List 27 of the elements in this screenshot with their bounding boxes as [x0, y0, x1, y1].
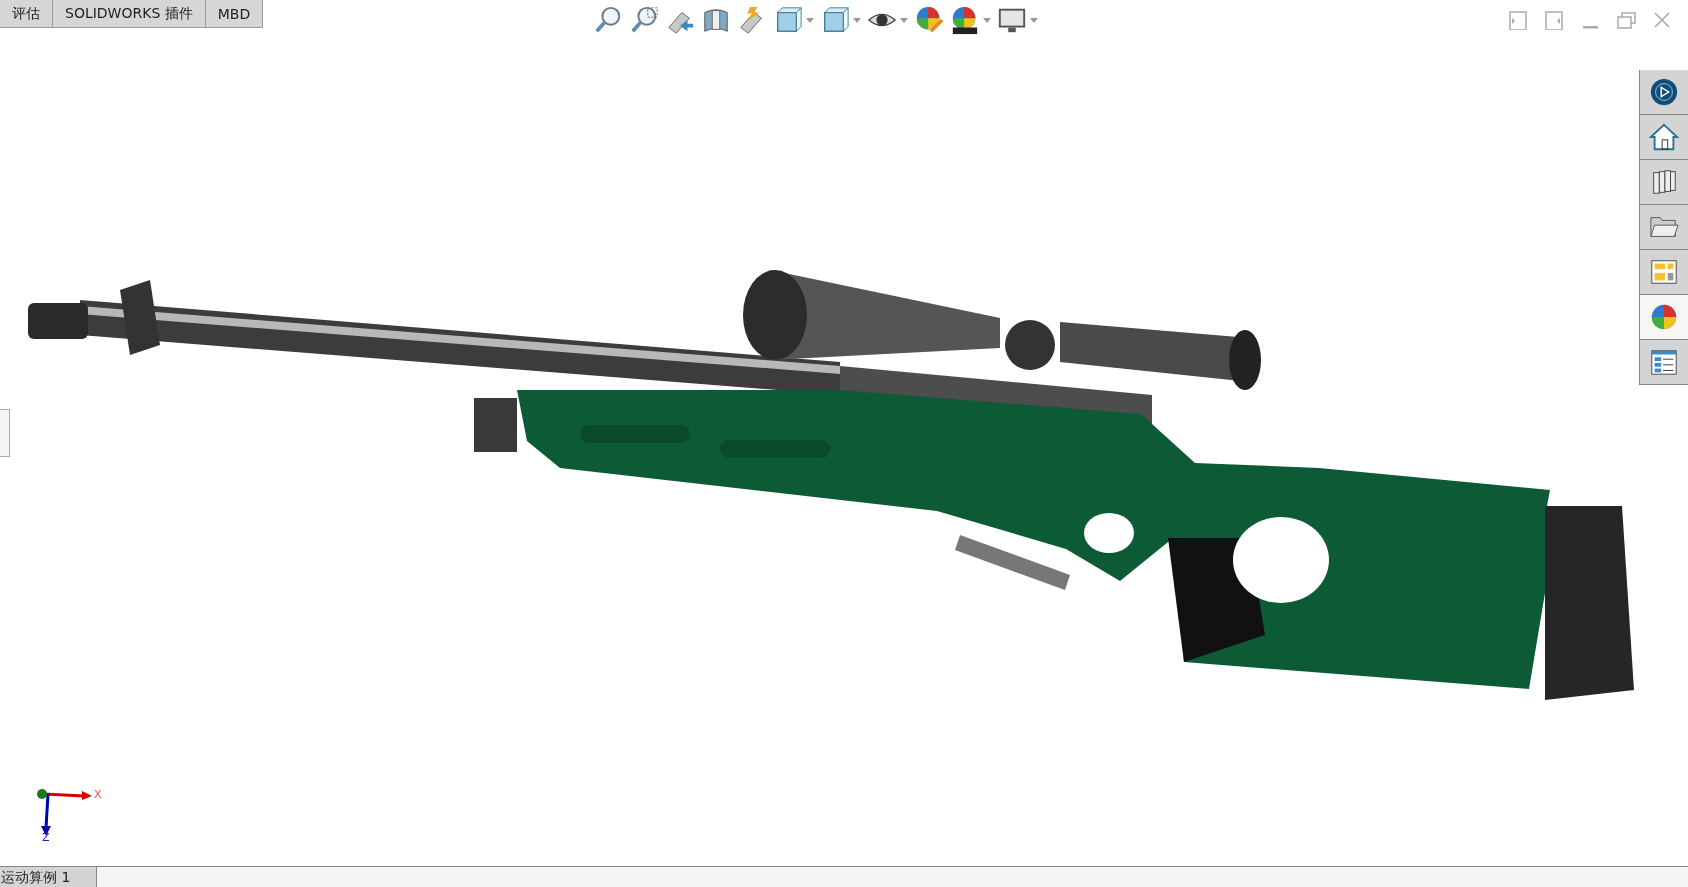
caret-icon[interactable] [853, 17, 862, 23]
play-disc-icon [1649, 77, 1679, 107]
caret-icon[interactable] [806, 17, 815, 23]
close-icon[interactable] [1652, 10, 1672, 30]
command-tab[interactable]: MBD [204, 0, 264, 28]
home-icon [1649, 122, 1679, 152]
community-tab[interactable] [1640, 70, 1688, 115]
properties-tab[interactable] [1640, 340, 1688, 385]
appearance-tab[interactable] [1640, 295, 1688, 340]
z-axis-label: Z [42, 832, 50, 843]
caret-icon[interactable] [1030, 17, 1039, 23]
zoom-area-icon[interactable] [629, 5, 660, 35]
palette-icon [1649, 257, 1679, 287]
home-tab[interactable] [1640, 115, 1688, 160]
panel-handle[interactable] [0, 409, 10, 457]
motion-study-tab[interactable]: 运动算例 1 [0, 867, 97, 887]
command-tab[interactable]: 评估 [0, 0, 53, 28]
caret-icon[interactable] [900, 17, 909, 23]
folder-tab[interactable] [1640, 205, 1688, 250]
command-tab[interactable]: SOLIDWORKS 插件 [52, 0, 206, 28]
appearance-icon[interactable] [914, 5, 945, 35]
list-icon [1649, 347, 1679, 377]
x-axis-label: X [94, 788, 102, 801]
library-tab[interactable] [1640, 160, 1688, 205]
caret-icon[interactable] [983, 17, 992, 23]
appearance-ball-icon [1649, 302, 1679, 332]
palette-tab[interactable] [1640, 250, 1688, 295]
